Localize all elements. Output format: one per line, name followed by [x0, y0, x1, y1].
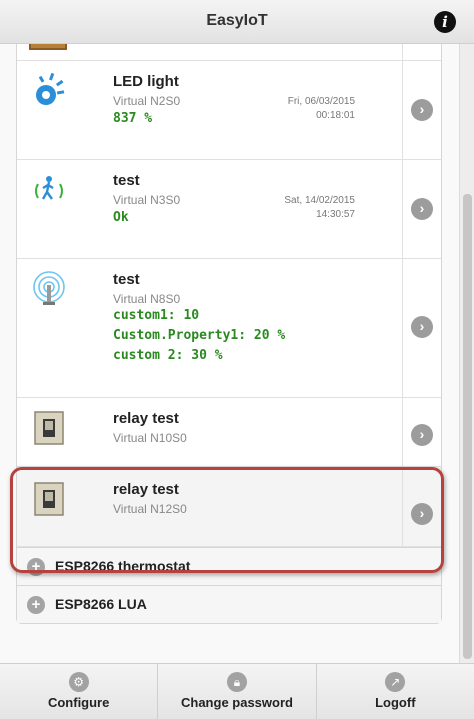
list-item[interactable]: test Virtual N3S0 Ok Sat, 14/02/2015 14:… [17, 160, 441, 259]
list-item[interactable]: test Virtual N8S0 custom1: 10 Custom.Pro… [17, 259, 441, 398]
list-item[interactable]: relay test Virtual N10S0 › [17, 398, 441, 467]
plus-icon[interactable]: + [27, 596, 45, 614]
logoff-label: Logoff [375, 695, 416, 710]
device-name: test [113, 172, 140, 189]
scrollbar-thumb[interactable] [463, 194, 472, 659]
external-link-icon: ↗ [385, 672, 406, 692]
header-bar: EasyIoT i [0, 0, 474, 44]
device-icon [29, 44, 67, 50]
scrollbar[interactable] [459, 44, 474, 664]
lock-icon: 🔒︎ [226, 672, 247, 692]
footer-navbar: ⚙ Configure 🔒︎ Change password ↗ Logoff [0, 663, 474, 719]
device-list-area[interactable]: LED light Virtual N2S0 837 % Fri, 06/03/… [0, 44, 474, 664]
device-node: Virtual N3S0 [113, 193, 181, 207]
chevron-right-icon[interactable]: › [411, 99, 433, 121]
device-node: Virtual N8S0 [113, 292, 181, 306]
configure-button[interactable]: ⚙ Configure [0, 664, 159, 719]
device-name: LED light [113, 73, 179, 90]
motion-sensor-icon [35, 176, 63, 200]
group-header[interactable]: + ESP8266 LUA [17, 585, 441, 623]
device-value: Ok [113, 210, 129, 225]
device-name: test [113, 271, 140, 288]
app-title: EasyIoT [206, 12, 268, 29]
device-value: Custom.Property1: 20 % [113, 328, 286, 343]
switch-icon [34, 411, 64, 445]
device-timestamp: Fri, 06/03/2015 00:18:01 [287, 96, 355, 121]
gear-icon: ⚙ [68, 672, 89, 692]
device-values: custom1: 10 Custom.Property1: 20 % custo… [113, 306, 285, 366]
device-timestamp: Sat, 14/02/2015 14:30:57 [284, 195, 355, 220]
chevron-right-icon[interactable]: › [411, 316, 433, 338]
bulb-icon [36, 73, 65, 105]
device-node: Virtual N10S0 [113, 431, 187, 445]
device-value: custom1: 10 [113, 308, 200, 323]
logoff-button[interactable]: ↗ Logoff [317, 664, 474, 719]
info-icon[interactable]: i [434, 11, 456, 33]
change-password-label: Change password [181, 695, 293, 710]
device-name: relay test [113, 410, 179, 427]
group-label: ESP8266 LUA [55, 596, 147, 612]
list-item[interactable]: LED light Virtual N2S0 837 % Fri, 06/03/… [17, 61, 441, 160]
selection-highlight [10, 467, 444, 573]
chevron-right-icon[interactable]: › [411, 424, 433, 446]
configure-label: Configure [47, 695, 110, 710]
change-password-button[interactable]: 🔒︎ Change password [158, 664, 317, 719]
chevron-right-icon[interactable]: › [411, 198, 433, 220]
antenna-icon [33, 271, 65, 305]
list-item[interactable] [17, 44, 441, 61]
device-value: 837 % [113, 111, 153, 126]
device-node: Virtual N2S0 [113, 94, 181, 108]
device-value: custom 2: 30 % [113, 348, 223, 363]
